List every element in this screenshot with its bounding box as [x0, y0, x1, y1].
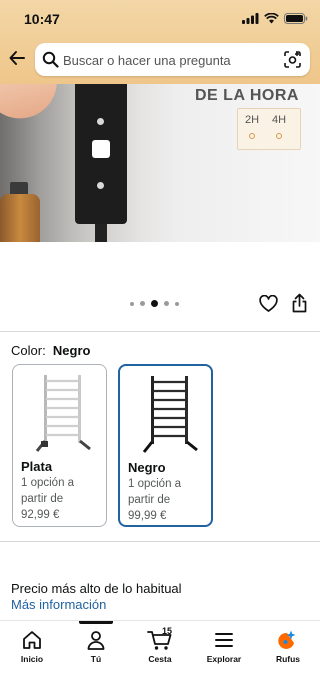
top-header: 10:47 Buscar o hacer una pregunta	[0, 0, 320, 84]
status-bar: 10:47	[0, 10, 320, 30]
heart-icon[interactable]	[259, 295, 278, 313]
option-details: 1 opción a partir de 99,99 €	[128, 478, 182, 522]
battery-icon	[284, 13, 308, 24]
towel-rack-leg	[95, 224, 107, 242]
bottom-tab-bar: Inicio Tú 15 Cesta Explorar Rufus	[0, 620, 320, 692]
tab-inicio[interactable]: Inicio	[4, 629, 60, 664]
more-info-link[interactable]: Más información	[11, 597, 106, 612]
profile-icon	[87, 631, 105, 650]
post-screw	[97, 118, 104, 125]
rufus-icon	[278, 630, 296, 649]
status-icons	[242, 13, 308, 24]
timer-label-b: 4H	[272, 114, 287, 126]
towel-rack-post	[75, 84, 127, 224]
tab-tu[interactable]: Tú	[68, 629, 124, 664]
carousel-dot-active	[151, 300, 158, 307]
share-icon[interactable]	[291, 293, 308, 313]
search-bar[interactable]: Buscar o hacer una pregunta	[35, 43, 310, 76]
timer-dot-b	[276, 133, 282, 139]
post-screw	[97, 182, 104, 189]
cart-icon-wrap: 15	[132, 626, 188, 651]
carousel-dot	[175, 301, 179, 306]
camera-scan-icon[interactable]	[283, 50, 302, 69]
option-details: 1 opción a partir de 92,99 €	[21, 477, 75, 521]
image-bottle	[0, 194, 40, 242]
active-tab-indicator	[79, 621, 113, 624]
carousel-indicator	[130, 300, 179, 307]
back-button[interactable]	[8, 49, 28, 71]
carousel-dot	[164, 301, 169, 306]
carousel-dot	[130, 301, 134, 306]
timer-dot-a	[249, 133, 255, 139]
divider	[0, 541, 320, 542]
color-option-plata[interactable]: Plata 1 opción a partir de 92,99 €	[12, 364, 107, 527]
tab-explorar[interactable]: Explorar	[196, 629, 252, 664]
post-switch	[92, 140, 110, 158]
towel-rack-black-image	[142, 376, 198, 453]
color-selector-label: Color: Negro	[11, 343, 91, 358]
search-icon	[42, 51, 59, 68]
home-icon	[23, 631, 41, 649]
menu-icon	[215, 633, 233, 647]
price-note: Precio más alto de lo habitual	[11, 581, 182, 596]
divider	[0, 331, 320, 332]
timer-panel: 2H 4H	[237, 108, 301, 150]
wifi-icon	[264, 13, 279, 24]
carousel-dot	[140, 301, 145, 306]
status-time: 10:47	[24, 11, 60, 27]
color-option-negro[interactable]: Negro 1 opción a partir de 99,99 €	[118, 364, 213, 527]
towel-rack-silver-image	[35, 375, 91, 452]
signal-icon	[242, 13, 259, 24]
search-placeholder: Buscar o hacer una pregunta	[63, 53, 231, 68]
timer-label-a: 2H	[245, 114, 260, 126]
hero-title: DE LA HORA	[195, 87, 299, 104]
product-image[interactable]: DE LA HORA 2H 4H	[0, 84, 320, 242]
tab-rufus[interactable]: Rufus	[260, 629, 316, 664]
selected-color: Negro	[52, 343, 91, 358]
option-name: Plata	[21, 459, 53, 474]
arrow-left-icon	[9, 51, 25, 65]
option-name: Negro	[128, 460, 166, 475]
tab-cesta[interactable]: 15 Cesta	[132, 626, 188, 664]
cart-count-badge: 15	[162, 626, 173, 636]
